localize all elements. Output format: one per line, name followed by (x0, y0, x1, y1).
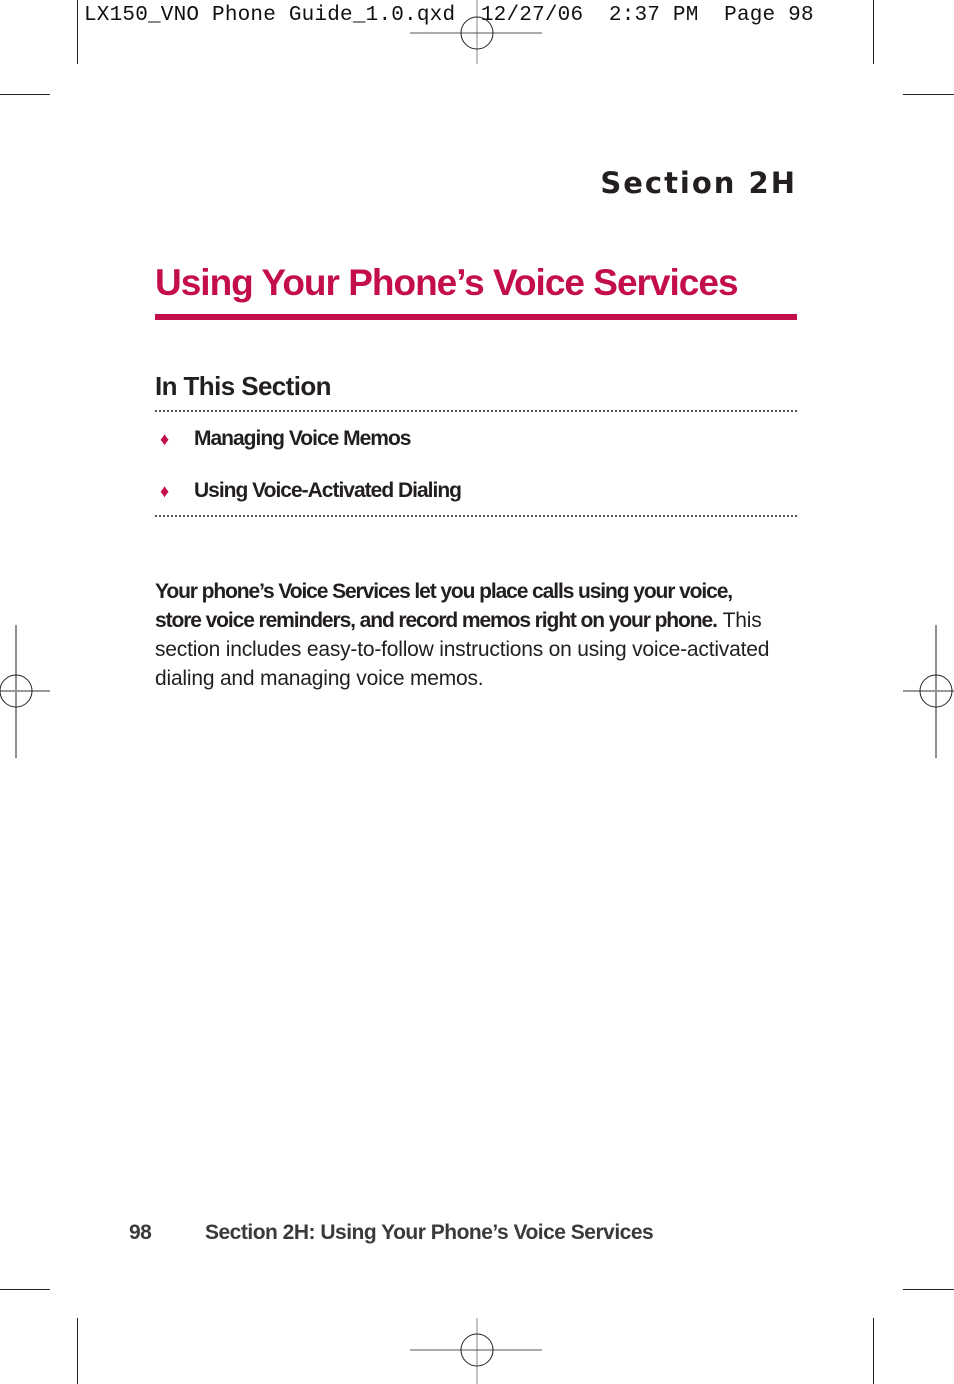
page-number: 98 (129, 1221, 152, 1244)
toc-item[interactable]: ♦ Using Voice-Activated Dialing (160, 479, 462, 503)
diamond-bullet-icon: ♦ (160, 428, 169, 449)
diamond-bullet-icon: ♦ (160, 480, 169, 501)
toc-item[interactable]: ♦ Managing Voice Memos (160, 427, 411, 451)
toc-item-label[interactable]: Managing Voice Memos (194, 427, 411, 451)
running-title: Section 2H: Using Your Phone’s Voice Ser… (205, 1221, 654, 1244)
dotted-divider-bottom (155, 515, 797, 517)
title-rule (155, 314, 797, 320)
in-this-section-heading: In This Section (155, 371, 332, 401)
dotted-divider-top (155, 410, 797, 412)
page-title: Using Your Phone’s Voice Services (155, 262, 739, 303)
registration-target-bottom (410, 1318, 542, 1384)
section-label: Section 2H (600, 166, 797, 200)
registration-target-left (0, 625, 50, 758)
registration-target-top (410, 0, 542, 64)
page-footer: 98 Section 2H: Using Your Phone’s Voice S… (129, 1221, 654, 1245)
intro-paragraph: Your phone’s Voice Services let you plac… (155, 577, 775, 693)
toc-item-label[interactable]: Using Voice-Activated Dialing (194, 479, 462, 503)
intro-lead: Your phone’s Voice Services let you plac… (155, 580, 733, 632)
registration-target-right (903, 625, 954, 758)
